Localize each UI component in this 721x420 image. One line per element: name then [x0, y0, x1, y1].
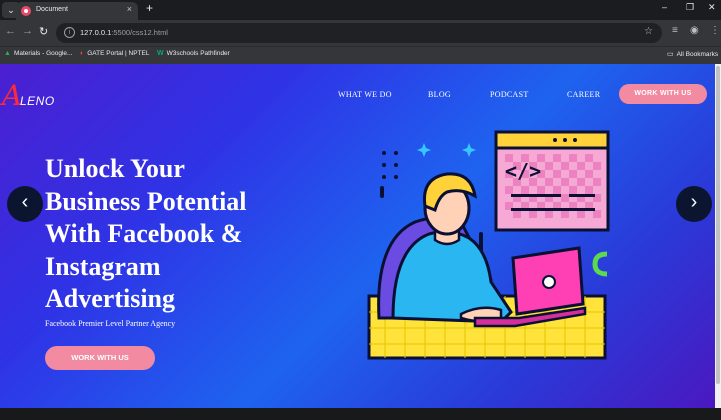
browser-chrome: ⌄ Document × + – ❐ ✕ ← → ↻ i 127.0.0.1:5… — [0, 0, 721, 64]
tab-strip: ⌄ Document × + – ❐ ✕ — [0, 0, 721, 20]
profile-icon[interactable]: ◉ — [690, 25, 699, 36]
bookmark-gate-portal[interactable]: ◐ GATE Portal | NPTEL — [80, 50, 150, 57]
nav-work-with-us-button[interactable]: WORK WITH US — [619, 84, 707, 104]
bookmark-w3schools[interactable]: W W3schools Pathfinder — [157, 50, 230, 57]
carousel-next-button[interactable]: › — [676, 186, 712, 222]
new-tab-button[interactable]: + — [146, 1, 153, 15]
headline-line: Business Potential — [45, 186, 247, 216]
code-window: </> — [494, 130, 610, 232]
back-button[interactable]: ← — [5, 25, 16, 37]
nav-career[interactable]: CAREER — [567, 90, 600, 99]
forward-button[interactable]: → — [22, 25, 33, 37]
minimize-button[interactable]: – — [662, 2, 667, 12]
sparkle-icon — [417, 143, 476, 157]
page-scrollbar[interactable] — [715, 64, 721, 408]
browser-toolbar: ← → ↻ i 127.0.0.1:5500/css12.html ☆ ≡ ◉ … — [0, 20, 721, 46]
hero-illustration: </> — [367, 130, 610, 360]
all-bookmarks[interactable]: ▭ All Bookmarks — [667, 50, 718, 58]
headline-line: Instagram — [45, 251, 161, 281]
person — [377, 172, 513, 324]
site-logo[interactable]: A LENO — [2, 82, 72, 112]
hero-section: A LENO WHAT WE DO BLOG PODCAST CAREER WO… — [0, 64, 715, 408]
site-info-icon[interactable]: i — [64, 27, 75, 38]
restore-button[interactable]: ❐ — [686, 2, 694, 13]
menu-icon[interactable]: ⋮ — [710, 25, 720, 36]
hero-work-with-us-button[interactable]: WORK WITH US — [45, 346, 155, 370]
bookmark-materials[interactable]: ▲ Materials - Google... — [4, 50, 72, 57]
drive-icon: ▲ — [4, 50, 11, 57]
nav-what-we-do[interactable]: WHAT WE DO — [338, 90, 392, 99]
carousel-prev-button[interactable]: ‹ — [7, 186, 43, 222]
favicon-icon — [21, 6, 31, 16]
logo-text: LENO — [20, 94, 55, 108]
code-glyph: </> — [505, 159, 541, 183]
address-bar[interactable]: i 127.0.0.1:5500/css12.html ☆ — [56, 23, 662, 43]
headline-line: With Facebook & — [45, 219, 243, 248]
bookmarks-bar: ▲ Materials - Google... ◐ GATE Portal | NP… — [0, 46, 721, 64]
headline-line: Unlock Your — [45, 154, 185, 183]
hero-headline: Unlock Your Business Potential With Face… — [45, 153, 305, 316]
folder-icon: ▭ — [667, 51, 674, 58]
tab-title: Document — [36, 6, 68, 13]
scrollbar-thumb[interactable] — [716, 66, 720, 384]
headline-line: Advertising — [45, 284, 175, 313]
hero-subline: Facebook Premier Level Partner Agency — [45, 319, 176, 328]
w3schools-icon: W — [157, 50, 164, 57]
bookmark-star-icon[interactable]: ☆ — [644, 26, 653, 37]
media-icon[interactable]: ≡ — [672, 25, 678, 36]
tab-document[interactable]: Document × — [16, 2, 138, 20]
nav-blog[interactable]: BLOG — [428, 90, 451, 99]
nav-podcast[interactable]: PODCAST — [490, 90, 529, 99]
reload-button[interactable]: ↻ — [39, 25, 48, 38]
url-text: 127.0.0.1:5500/css12.html — [80, 28, 168, 37]
tab-close-icon[interactable]: × — [127, 4, 132, 14]
nptel-icon: ◐ — [80, 50, 85, 57]
bottom-strip — [0, 408, 721, 420]
close-window-button[interactable]: ✕ — [708, 2, 716, 13]
decor-dots — [382, 151, 398, 179]
